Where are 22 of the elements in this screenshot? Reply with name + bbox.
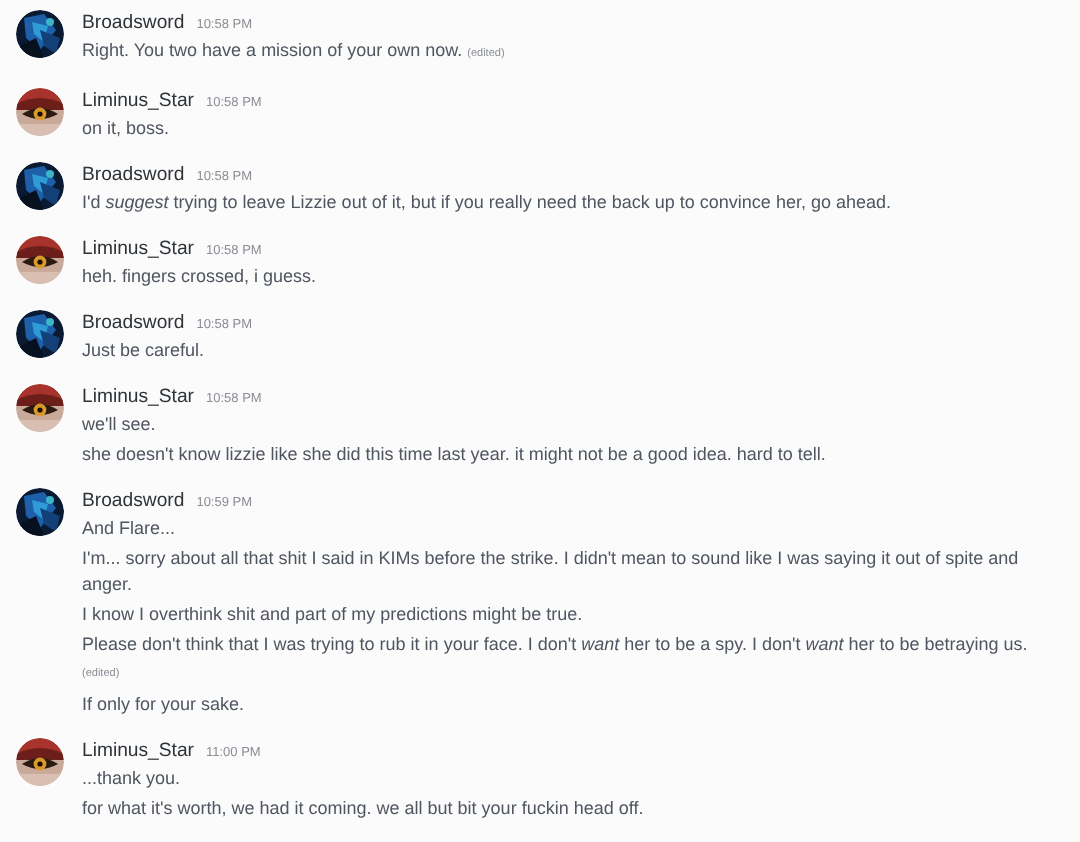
- author-name[interactable]: Liminus_Star: [82, 88, 194, 114]
- message-text: If only for your sake.: [82, 694, 245, 714]
- message-text: Right. You two have a mission of your own now.: [82, 40, 463, 60]
- message-text: And Flare...: [82, 518, 176, 538]
- message-text: Just be careful.: [82, 340, 205, 360]
- message-text: she doesn't know lizzie like she did this time last year. it might not be a good idea. hard to tell.: [82, 444, 826, 464]
- message-text: for what it's worth, we had it coming. we all but bit your fuckin head off.: [82, 798, 644, 818]
- author-name[interactable]: Liminus_Star: [82, 236, 194, 262]
- author-name[interactable]: Liminus_Star: [82, 738, 194, 764]
- author-name[interactable]: Broadsword: [82, 488, 185, 514]
- message-text: I'm... sorry about all that shit I said in KIMs before the strike. I didn't mean to sound like I was saying it out of spite and anger.: [82, 548, 1019, 594]
- message-text: heh. fingers crossed, i guess.: [82, 266, 317, 286]
- message-text: I'd suggest trying to leave Lizzie out of it, but if you really need the back up to convince her, go ahead.: [82, 192, 891, 212]
- message-text: ...thank you.: [82, 768, 181, 788]
- message-text: on it, boss.: [82, 118, 170, 138]
- author-name[interactable]: Broadsword: [82, 162, 185, 188]
- author-name[interactable]: Broadsword: [82, 310, 185, 336]
- message-text: we'll see.: [82, 414, 156, 434]
- author-name[interactable]: Liminus_Star: [82, 384, 194, 410]
- author-name[interactable]: Broadsword: [82, 10, 185, 36]
- message-text: Please don't think that I was trying to rub it in your face. I don't want her to be a spy. I don't want her to be betraying us.: [82, 634, 1028, 654]
- message-text: I know I overthink shit and part of my predictions might be true.: [82, 604, 583, 624]
